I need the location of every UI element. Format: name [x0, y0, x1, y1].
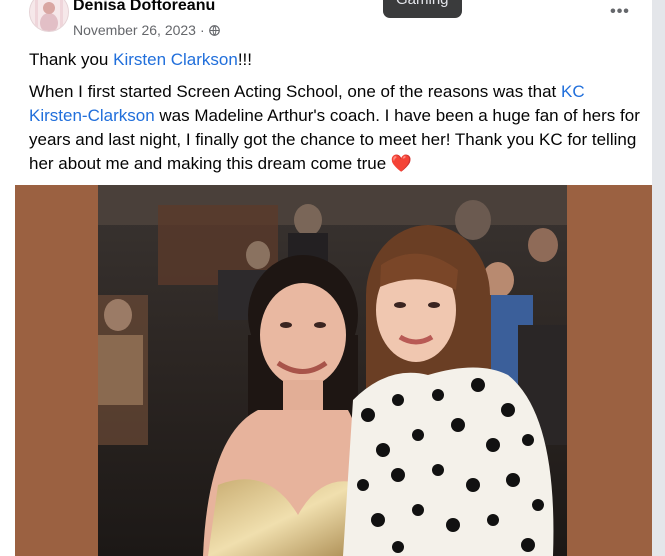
post-meta: November 26, 2023 ·	[73, 22, 220, 38]
meta-separator: ·	[199, 22, 205, 38]
mention-kirsten-clarkson[interactable]: Kirsten Clarkson	[113, 50, 238, 69]
post-text-line1: Thank you Kirsten Clarkson!!!	[29, 48, 641, 72]
photo-image	[98, 185, 567, 556]
more-options-button[interactable]: •••	[604, 0, 636, 24]
author-name[interactable]: Denisa Doftoreanu	[73, 0, 215, 15]
paragraph-start: When I first started Screen Acting Schoo…	[29, 82, 562, 101]
avatar-image	[30, 0, 68, 31]
post-date[interactable]: November 26, 2023	[73, 22, 196, 38]
post-card: Denisa Doftoreanu November 26, 2023 · Ga…	[0, 0, 652, 556]
heart-emoji: ❤️	[390, 154, 413, 173]
text-exclaim: !!!	[237, 50, 252, 69]
feed-gutter	[652, 0, 665, 556]
mention-kc[interactable]: KC	[561, 82, 585, 101]
globe-icon[interactable]	[208, 24, 220, 36]
mention-kirsten-clarkson-page[interactable]: Kirsten-Clarkson	[29, 106, 155, 125]
author-avatar[interactable]	[29, 0, 69, 32]
text-thank-you: Thank you	[29, 50, 114, 69]
photo-container[interactable]	[15, 185, 652, 556]
post-photo[interactable]	[98, 185, 567, 556]
tooltip: Gaming	[383, 0, 462, 18]
post-text-paragraph: When I first started Screen Acting Schoo…	[29, 80, 641, 176]
